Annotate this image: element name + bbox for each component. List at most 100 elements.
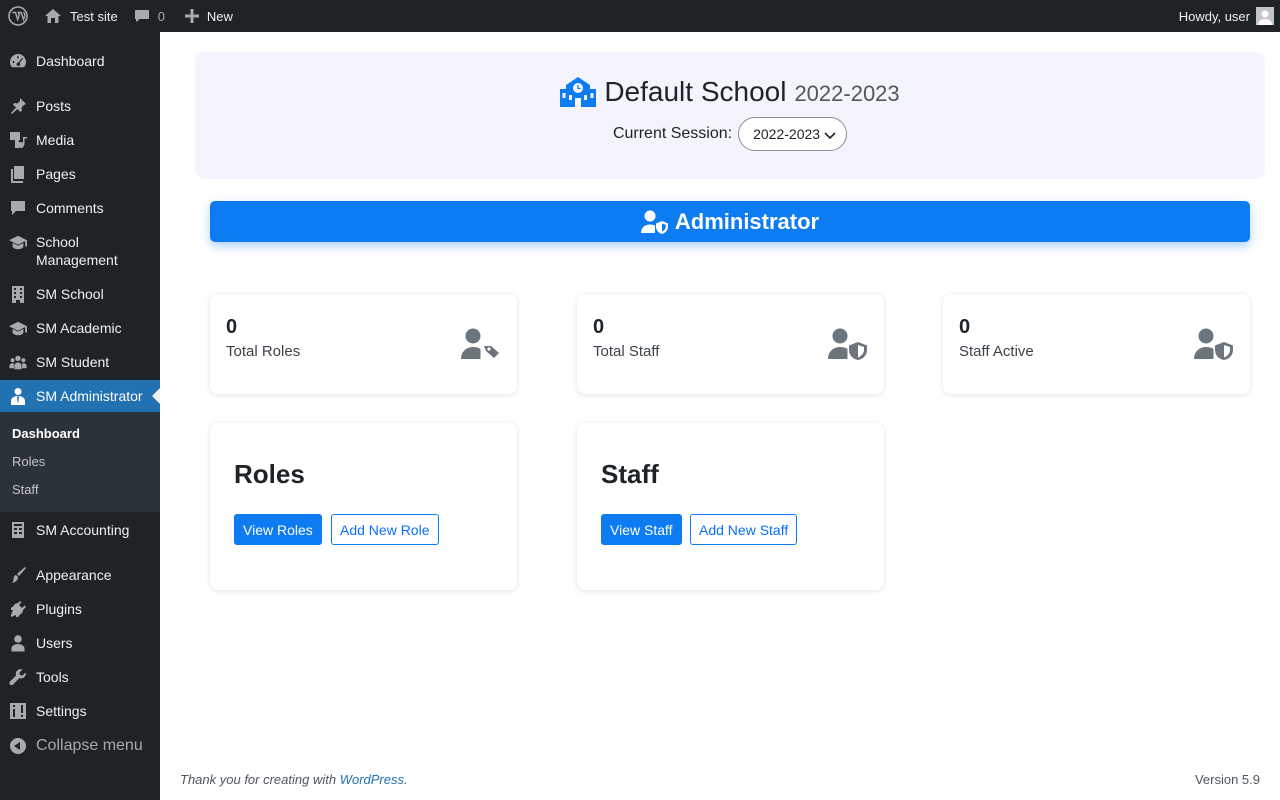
add-new-role-button[interactable]: Add New Role — [331, 514, 439, 545]
admin-bar: Test site 0 New Howdy, user — [0, 0, 1280, 32]
sidebar-item-label: Settings — [36, 703, 87, 719]
wordpress-link[interactable]: WordPress — [340, 772, 404, 787]
sidebar-submenu: Dashboard Roles Staff — [0, 412, 160, 512]
user-shield-icon — [1194, 328, 1234, 365]
new-label: New — [206, 8, 233, 24]
sidebar-item-label: SM School — [36, 286, 104, 302]
site-name-link[interactable]: Test site — [36, 0, 126, 32]
staff-panel: Staff View Staff Add New Staff — [577, 423, 884, 590]
sidebar-item-appearance[interactable]: Appearance — [0, 560, 160, 592]
footer-thanks-prefix: Thank you for creating with — [180, 772, 340, 787]
businessman-icon — [9, 387, 27, 405]
collapse-menu-label: Collapse menu — [36, 737, 143, 754]
my-account-link[interactable]: Howdy, user — [1171, 0, 1280, 32]
graduation-cap-icon — [9, 233, 27, 251]
graduation-cap-icon — [9, 319, 27, 337]
sidebar-item-sm-administrator[interactable]: SM Administrator — [0, 380, 160, 412]
sidebar-item-label: Dashboard — [36, 53, 105, 69]
media-icon — [9, 131, 27, 149]
user-shield-icon — [640, 210, 675, 234]
footer-thanks-suffix: . — [404, 772, 408, 787]
view-staff-button[interactable]: View Staff — [601, 514, 682, 545]
site-name: Test site — [70, 8, 118, 24]
current-session-label: Current Session: — [612, 125, 733, 142]
sidebar-item-posts[interactable]: Posts — [0, 90, 160, 122]
sidebar-item-label: Posts — [36, 98, 72, 114]
submenu-item-staff[interactable]: Staff — [12, 482, 39, 497]
collapse-arrow-icon — [9, 737, 27, 755]
plus-icon — [184, 9, 199, 23]
sidebar-item-sm-academic[interactable]: SM Academic — [0, 312, 160, 344]
footer-version: Version 5.9 — [1194, 772, 1260, 787]
sidebar-item-label: School Management — [36, 234, 118, 268]
spreadsheet-icon — [9, 521, 27, 539]
sidebar-item-label: Comments — [36, 200, 104, 216]
school-header-card: Default School 2022-2023 Current Session… — [195, 52, 1265, 179]
plugin-icon — [9, 600, 27, 618]
user-shield-icon — [828, 328, 868, 365]
stat-card-total-staff: 0 Total Staff — [577, 294, 884, 394]
sidebar-item-sm-student[interactable]: SM Student — [0, 346, 160, 378]
sidebar-item-media[interactable]: Media — [0, 124, 160, 156]
school-name: Default School — [604, 76, 787, 107]
sidebar-item-label: SM Administrator — [36, 388, 143, 404]
comments-count: 0 — [157, 8, 165, 24]
sidebar-item-label: SM Academic — [36, 320, 122, 336]
pin-icon — [9, 97, 27, 115]
sidebar-item-label: SM Accounting — [36, 522, 130, 538]
roles-panel-title: Roles — [234, 459, 305, 489]
sidebar-item-pages[interactable]: Pages — [0, 158, 160, 190]
school-building-icon — [560, 77, 604, 107]
pages-icon — [9, 165, 27, 183]
wordpress-logo-icon[interactable] — [0, 0, 36, 32]
groups-icon — [9, 353, 27, 371]
admin-sidebar: Dashboard Posts Media Pages Comments Sch… — [0, 32, 160, 800]
sidebar-item-label: Plugins — [36, 601, 82, 617]
roles-panel: Roles View Roles Add New Role — [210, 423, 517, 590]
sidebar-item-sm-school[interactable]: SM School — [0, 278, 160, 310]
staff-panel-title: Staff — [601, 459, 659, 489]
submenu-item-roles[interactable]: Roles — [12, 454, 45, 469]
sidebar-item-label: SM Student — [36, 354, 110, 370]
add-new-staff-button[interactable]: Add New Staff — [690, 514, 798, 545]
sidebar-item-tools[interactable]: Tools — [0, 662, 160, 694]
administrator-banner: Administrator — [210, 201, 1250, 242]
session-select[interactable]: 2022-2023 — [738, 117, 848, 151]
comment-icon — [9, 199, 27, 217]
sidebar-item-label: Users — [36, 635, 73, 651]
dashboard-icon — [9, 52, 27, 70]
stat-value: 0 — [593, 316, 605, 338]
session-year: 2022-2023 — [794, 81, 900, 106]
brush-icon — [9, 566, 27, 584]
comments-link[interactable]: 0 — [126, 0, 173, 32]
sidebar-item-school-management[interactable]: School Management — [0, 226, 160, 278]
view-roles-button[interactable]: View Roles — [234, 514, 322, 545]
sidebar-item-settings[interactable]: Settings — [0, 696, 160, 728]
sidebar-item-comments[interactable]: Comments — [0, 192, 160, 224]
submenu-item-dashboard[interactable]: Dashboard — [12, 426, 80, 441]
banner-title: Administrator — [674, 208, 820, 234]
sidebar-item-plugins[interactable]: Plugins — [0, 594, 160, 626]
stat-value: 0 — [226, 316, 238, 338]
new-content-link[interactable]: New — [177, 0, 241, 32]
building-icon — [9, 285, 27, 303]
avatar — [1256, 7, 1274, 25]
collapse-menu-button[interactable]: Collapse menu — [0, 732, 160, 764]
stat-label: Total Roles — [226, 343, 301, 360]
sidebar-item-dashboard[interactable]: Dashboard — [0, 32, 160, 90]
sidebar-item-label: Tools — [36, 669, 69, 685]
settings-icon — [9, 702, 27, 720]
stat-card-total-roles: 0 Total Roles — [210, 294, 517, 394]
sidebar-item-label: Media — [36, 132, 75, 148]
school-title: Default School 2022-2023 — [195, 76, 1265, 108]
user-icon — [9, 634, 27, 652]
sidebar-item-label: Pages — [36, 166, 76, 182]
sidebar-item-sm-accounting[interactable]: SM Accounting — [0, 512, 160, 546]
footer-thanks: Thank you for creating with WordPress. — [180, 772, 408, 787]
sidebar-item-label: Appearance — [36, 567, 112, 583]
sidebar-item-users[interactable]: Users — [0, 628, 160, 660]
comment-bubble-icon — [134, 8, 150, 24]
current-session-row: Current Session: 2022-2023 — [195, 117, 1265, 151]
user-tag-icon — [461, 328, 501, 365]
stat-value: 0 — [959, 316, 971, 338]
